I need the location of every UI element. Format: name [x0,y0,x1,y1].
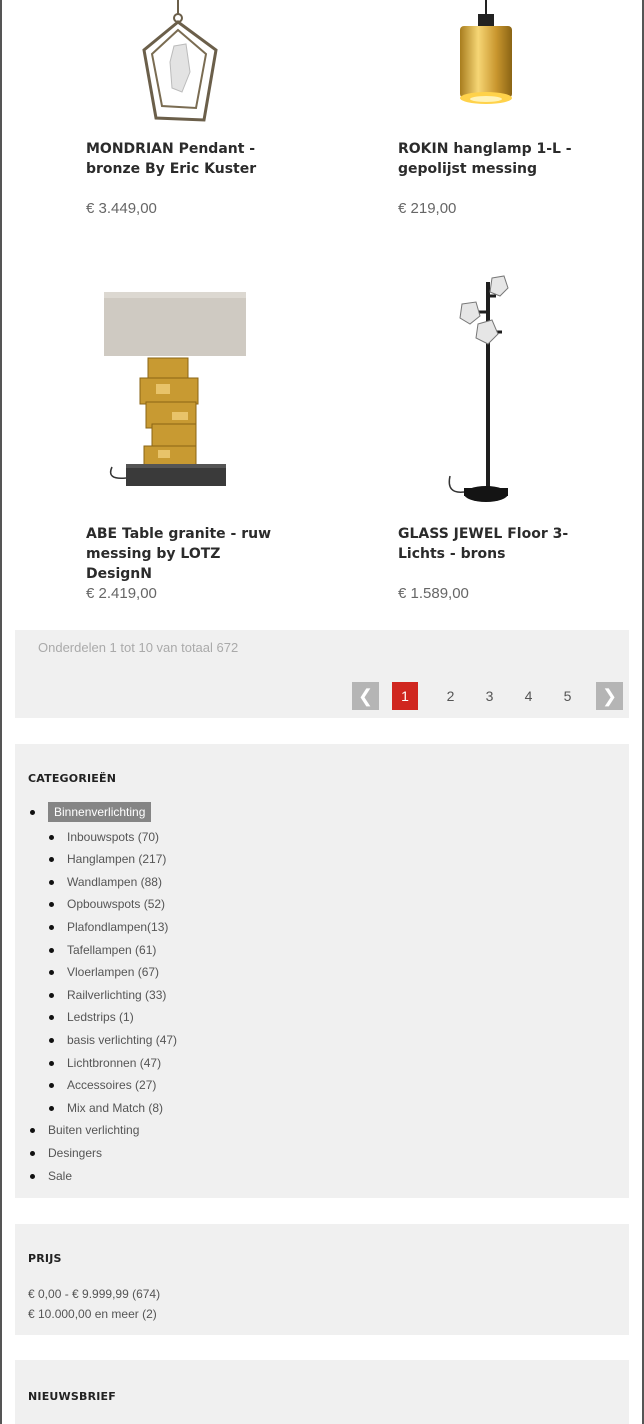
floor-lamp-image[interactable] [398,262,598,512]
subcategory-item[interactable]: Vloerlampen (67) [15,961,177,984]
product-name[interactable]: GLASS JEWEL Floor 3- Lichts - brons [398,524,568,564]
subcategory-item[interactable]: Hanglampen (217) [15,848,177,871]
category-item-desingers[interactable]: Desingers [15,1142,177,1165]
pagination-box: Onderdelen 1 tot 10 van totaal 672 ❮ 1 2… [15,630,629,718]
newsletter-title: NIEUWSBRIEF [28,1390,116,1403]
page-5[interactable]: 5 [548,688,587,704]
product-name[interactable]: ROKIN hanglamp 1-L - gepolijst messing [398,139,572,179]
product-name[interactable]: MONDRIAN Pendant - bronze By Eric Kuster [86,139,256,179]
category-item-binnenverlichting[interactable]: Binnenverlichting [15,801,177,824]
price-filter-title: PRIJS [28,1252,62,1265]
price-range-link[interactable]: € 10.000,00 en meer (2) [28,1304,160,1324]
product-price: € 3.449,00 [86,200,157,217]
price-range-list: € 0,00 - € 9.999,99 (674) € 10.000,00 en… [28,1284,160,1324]
product-name[interactable]: ABE Table granite - ruw messing by LOTZ … [86,524,286,584]
product-price: € 219,00 [398,200,457,217]
category-widget: CATEGORIEËN Binnenverlichting Inbouwspot… [15,744,629,1198]
subcategory-item[interactable]: Inbouwspots (70) [15,826,177,849]
product-price: € 2.419,00 [86,585,157,602]
subcategory-item[interactable]: Accessoires (27) [15,1074,177,1097]
pendant-lamp-image[interactable] [86,0,286,130]
category-item-sale[interactable]: Sale [15,1165,177,1188]
product-card[interactable]: ROKIN hanglamp 1-L - gepolijst messing €… [398,0,598,217]
subcategory-item[interactable]: basis verlichting (47) [15,1029,177,1052]
chevron-left-icon[interactable]: ❮ [352,682,379,710]
page-1[interactable]: 1 [392,682,418,710]
chevron-right-icon[interactable]: ❯ [596,682,623,710]
product-card[interactable]: GLASS JEWEL Floor 3- Lichts - brons € 1.… [398,262,598,602]
page-2[interactable]: 2 [431,688,470,704]
result-count: Onderdelen 1 tot 10 van totaal 672 [38,640,239,655]
page-4[interactable]: 4 [509,688,548,704]
price-filter-widget: PRIJS € 0,00 - € 9.999,99 (674) € 10.000… [15,1224,629,1335]
product-card[interactable]: MONDRIAN Pendant - bronze By Eric Kuster… [86,0,286,217]
subcategory-item[interactable]: Mix and Match (8) [15,1097,177,1120]
subcategory-item[interactable]: Lichtbronnen (47) [15,1052,177,1075]
pagination: ❮ 1 2 3 4 5 ❯ [352,682,623,710]
product-card[interactable]: ABE Table granite - ruw messing by LOTZ … [86,262,286,602]
category-item-buiten-verlichting[interactable]: Buiten verlichting [15,1119,177,1142]
subcategory-item[interactable]: Tafellampen (61) [15,939,177,962]
subcategory-item[interactable]: Wandlampen (88) [15,871,177,894]
price-range-link[interactable]: € 0,00 - € 9.999,99 (674) [28,1284,160,1304]
newsletter-widget: NIEUWSBRIEF [15,1360,629,1424]
subcategory-item[interactable]: Railverlichting (33) [15,984,177,1007]
product-grid: MONDRIAN Pendant - bronze By Eric Kuster… [2,0,642,630]
page-3[interactable]: 3 [470,688,509,704]
product-price: € 1.589,00 [398,585,469,602]
brass-pendant-image[interactable] [398,0,598,130]
category-list: Binnenverlichting Inbouwspots (70) Hangl… [15,801,177,1187]
subcategory-item[interactable]: Ledstrips (1) [15,1006,177,1029]
table-lamp-image[interactable] [86,262,286,512]
subcategory-item[interactable]: Opbouwspots (52) [15,893,177,916]
category-title: CATEGORIEËN [28,772,117,785]
subcategory-item[interactable]: Plafondlampen(13) [15,916,177,939]
